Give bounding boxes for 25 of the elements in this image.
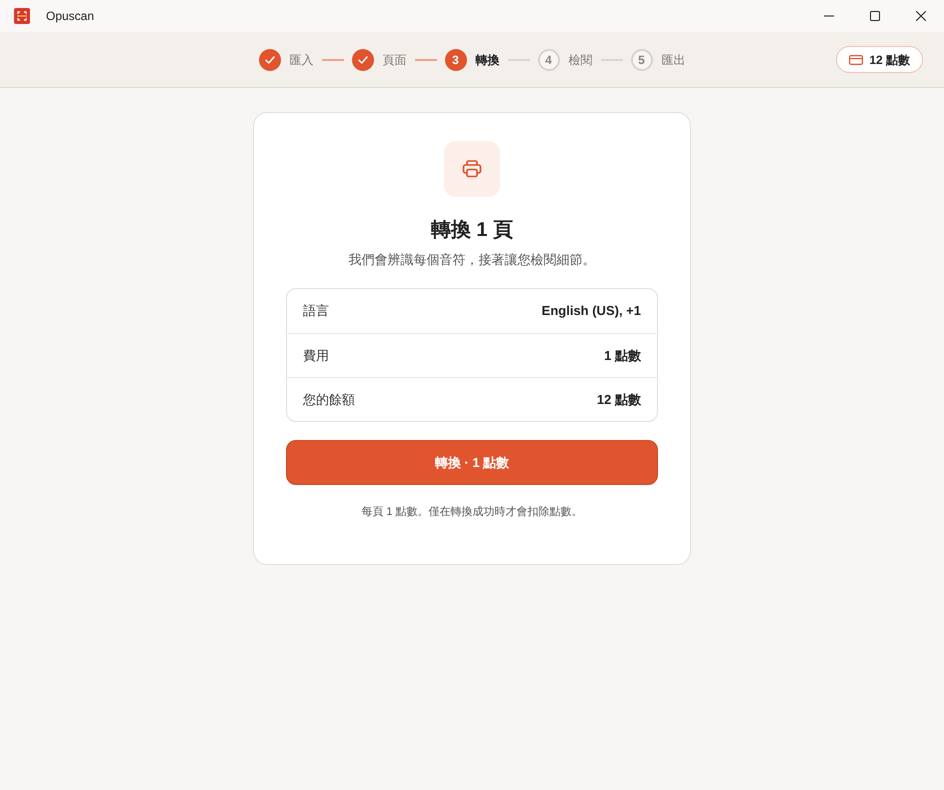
step-label: 檢閱	[568, 52, 592, 68]
detail-value: 1 點數	[604, 346, 641, 365]
detail-label: 您的餘額	[303, 390, 355, 409]
detail-label: 費用	[303, 346, 329, 365]
step-label: 匯入	[290, 52, 314, 68]
detail-value: English (US), +1	[542, 302, 641, 320]
app-logo-icon	[14, 8, 30, 24]
printer-icon	[444, 141, 500, 197]
step-number: 4	[538, 48, 560, 70]
close-icon	[916, 11, 926, 21]
step-label: 轉換	[476, 52, 500, 68]
step-number: 5	[630, 48, 652, 70]
detail-value: 12 點數	[596, 390, 641, 409]
step-label: 頁面	[382, 52, 406, 68]
credit-note: 每頁 1 點數。僅在轉換成功時才會扣除點數。	[361, 505, 583, 520]
credit-card-icon	[849, 54, 864, 64]
card-title: 轉換 1 頁	[430, 218, 514, 243]
convert-button[interactable]: 轉換 · 1 點數	[286, 440, 658, 485]
step-label: 匯出	[662, 52, 686, 68]
maximize-icon	[870, 11, 880, 21]
card-subtitle: 我們會辨識每個音符，接著讓您檢閱細節。	[348, 251, 596, 269]
window-title: Opuscan	[46, 8, 94, 25]
detail-label: 語言	[303, 302, 329, 320]
credits-badge[interactable]: 12 點數	[836, 46, 923, 73]
step-number: 3	[444, 48, 466, 70]
